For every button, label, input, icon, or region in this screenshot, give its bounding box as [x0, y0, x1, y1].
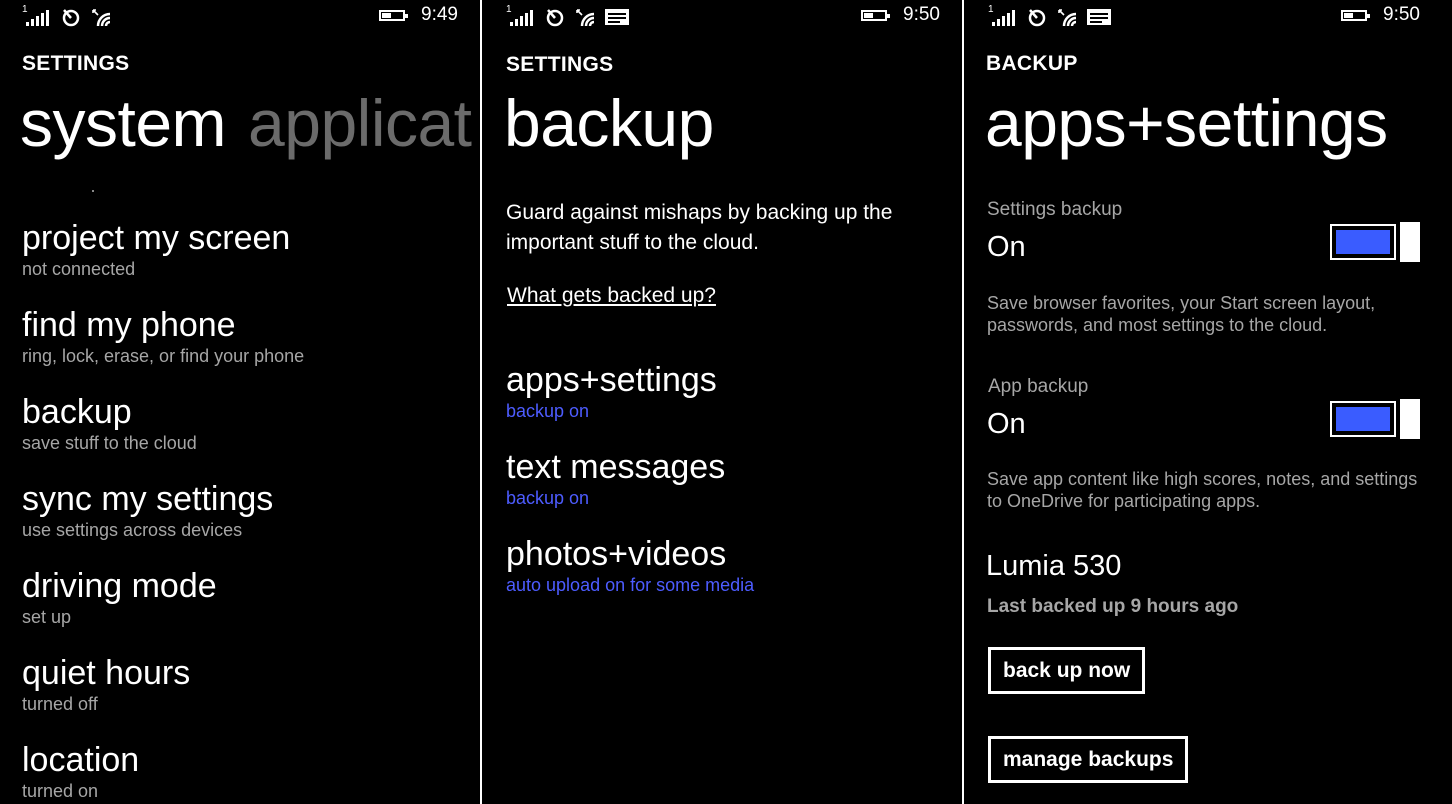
- backup-item-text-messages[interactable]: text messages backup on: [506, 447, 952, 534]
- clock: 9:49: [421, 4, 458, 25]
- settings-system-screen: 1 9:49 SETTINGS system applicat project m…: [0, 0, 480, 804]
- page-title: backup: [504, 86, 714, 160]
- settings-backup-note: Save browser favorites, your Start scree…: [987, 293, 1376, 335]
- page-title: apps+settings: [985, 86, 1388, 160]
- settings-backup-screen: 1 9:50 SETTINGS backup Guard against mis…: [482, 0, 962, 804]
- signal-icon: 1: [506, 4, 536, 28]
- item-title: apps+settings: [506, 361, 717, 399]
- settings-backup-state: On: [987, 231, 1026, 263]
- settings-backup-label: Settings backup: [987, 199, 1123, 220]
- app-backup-label: App backup: [988, 376, 1089, 397]
- pivot-item-applications[interactable]: applicat: [248, 86, 472, 160]
- data-sense-icon: [1028, 9, 1046, 27]
- battery-icon: [379, 9, 409, 21]
- pivot-item-system[interactable]: system: [20, 86, 227, 160]
- settings-item-sync-my-settings[interactable]: sync my settings use settings across dev…: [22, 479, 470, 566]
- settings-item-driving-mode[interactable]: driving mode set up: [22, 566, 470, 653]
- message-icon: [605, 9, 629, 25]
- clock: 9:50: [1383, 4, 1420, 25]
- scroll-indicator: [92, 190, 94, 192]
- item-subtitle: not connected: [22, 259, 136, 279]
- clock: 9:50: [903, 4, 940, 25]
- item-subtitle: auto upload on for some media: [506, 575, 755, 595]
- pivot-header: system applicat: [20, 78, 472, 168]
- battery-icon: [861, 9, 891, 21]
- item-subtitle: backup on: [506, 401, 590, 421]
- item-subtitle: turned on: [22, 781, 99, 801]
- app-backup-note: Save app content like high scores, notes…: [987, 469, 1418, 511]
- settings-item-project-my-screen[interactable]: project my screen not connected: [22, 218, 470, 305]
- settings-item-backup[interactable]: backup save stuff to the cloud: [22, 392, 470, 479]
- status-bar: 1 9:49: [22, 4, 458, 30]
- app-backup-toggle[interactable]: [1330, 399, 1420, 439]
- item-subtitle: set up: [22, 607, 72, 627]
- item-subtitle: use settings across devices: [22, 520, 243, 540]
- item-title: sync my settings: [22, 480, 274, 518]
- item-subtitle: ring, lock, erase, or find your phone: [22, 346, 305, 366]
- settings-item-find-my-phone[interactable]: find my phone ring, lock, erase, or find…: [22, 305, 470, 392]
- status-bar: 1 9:50: [506, 4, 940, 30]
- settings-item-location[interactable]: location turned on: [22, 740, 470, 804]
- backup-item-photos-videos[interactable]: photos+videos auto upload on for some me…: [506, 534, 952, 621]
- backup-description: Guard against mishaps by backing up the …: [506, 201, 893, 254]
- item-title: find my phone: [22, 306, 236, 344]
- settings-list: project my screen not connected find my …: [22, 218, 470, 804]
- backup-item-apps-settings[interactable]: apps+settings backup on: [506, 360, 952, 447]
- item-title: text messages: [506, 448, 726, 486]
- battery-icon: [1341, 9, 1371, 21]
- settings-item-quiet-hours[interactable]: quiet hours turned off: [22, 653, 470, 740]
- backup-apps-settings-screen: 1 9:50 BACKUP apps+settings Settings bac…: [964, 0, 1452, 804]
- item-subtitle: turned off: [22, 694, 98, 714]
- app-title: BACKUP: [986, 52, 1078, 75]
- status-bar: 1 9:50: [988, 4, 1420, 30]
- message-icon: [1087, 9, 1111, 25]
- item-title: quiet hours: [22, 654, 191, 692]
- data-sense-icon: [546, 9, 564, 27]
- item-title: backup: [22, 393, 132, 431]
- app-backup-state: On: [987, 408, 1026, 440]
- wifi-icon: [576, 9, 595, 27]
- item-title: driving mode: [22, 567, 217, 605]
- manage-backups-button[interactable]: manage backups: [988, 736, 1189, 783]
- device-name: Lumia 530: [986, 550, 1122, 582]
- wifi-icon: [92, 9, 111, 27]
- settings-backup-toggle[interactable]: [1330, 222, 1420, 262]
- signal-icon: 1: [988, 4, 1018, 28]
- item-title: location: [22, 741, 140, 779]
- app-title: SETTINGS: [506, 53, 614, 76]
- data-sense-icon: [62, 9, 80, 27]
- item-title: photos+videos: [506, 535, 727, 573]
- app-title: SETTINGS: [22, 52, 130, 75]
- back-up-now-button[interactable]: back up now: [988, 647, 1146, 694]
- wifi-icon: [1058, 9, 1077, 27]
- item-subtitle: backup on: [506, 488, 590, 508]
- last-backup-time: Last backed up 9 hours ago: [987, 596, 1239, 617]
- what-gets-backed-up-link[interactable]: What gets backed up?: [507, 284, 716, 308]
- item-title: project my screen: [22, 219, 291, 257]
- signal-icon: 1: [22, 4, 52, 28]
- item-subtitle: save stuff to the cloud: [22, 433, 197, 453]
- backup-list: apps+settings backup on text messages ba…: [506, 360, 952, 621]
